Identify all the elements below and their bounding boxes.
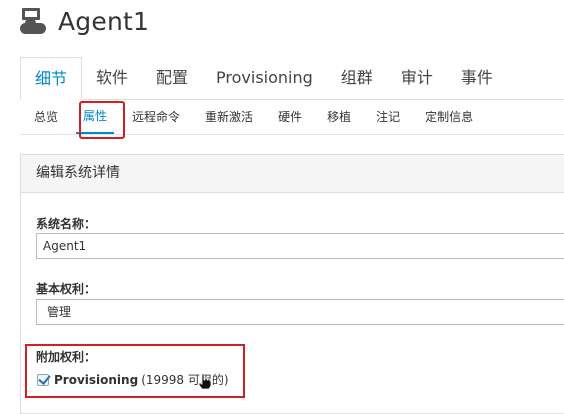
base-entitlement-select[interactable]: 管理 — [36, 299, 564, 325]
provisioning-entitlement-name: Provisioning — [54, 372, 139, 387]
base-entitlement-label: 基本权利： — [36, 282, 97, 296]
tab-audit[interactable]: 审计 — [387, 57, 447, 99]
main-tabs: 细节 软件 配置 Provisioning 组群 审计 事件 — [20, 57, 564, 100]
system-icon — [20, 6, 48, 36]
system-name-input[interactable] — [36, 233, 564, 259]
page-header: Agent1 — [20, 6, 149, 36]
subtab-overview[interactable]: 总览 — [20, 100, 65, 134]
tab-configuration[interactable]: 配置 — [142, 57, 202, 99]
tab-software[interactable]: 软件 — [82, 57, 142, 99]
subtab-notes[interactable]: 注记 — [369, 100, 407, 134]
subtab-migrate[interactable]: 移植 — [320, 100, 358, 134]
subtab-custom-info[interactable]: 定制信息 — [418, 100, 480, 134]
tab-events[interactable]: 事件 — [447, 57, 507, 99]
tab-details[interactable]: 细节 — [20, 57, 83, 100]
page-title: Agent1 — [58, 6, 150, 36]
system-name-label: 系统名称： — [36, 217, 97, 231]
hand-cursor-icon — [198, 373, 212, 389]
provisioning-available-count: (19998 可用的) — [141, 373, 229, 387]
provisioning-checkbox[interactable] — [37, 373, 49, 386]
tab-provisioning[interactable]: Provisioning — [202, 57, 327, 99]
addon-entitlement-label: 附加权利： — [36, 350, 97, 364]
subtab-remote-command[interactable]: 远程命令 — [125, 100, 187, 134]
subtab-hardware[interactable]: 硬件 — [271, 100, 309, 134]
highlight-properties-tab — [79, 101, 125, 139]
subtab-reactivation[interactable]: 重新激活 — [198, 100, 260, 134]
tab-groups[interactable]: 组群 — [327, 57, 387, 99]
panel-title: 编辑系统详情 — [21, 155, 564, 193]
